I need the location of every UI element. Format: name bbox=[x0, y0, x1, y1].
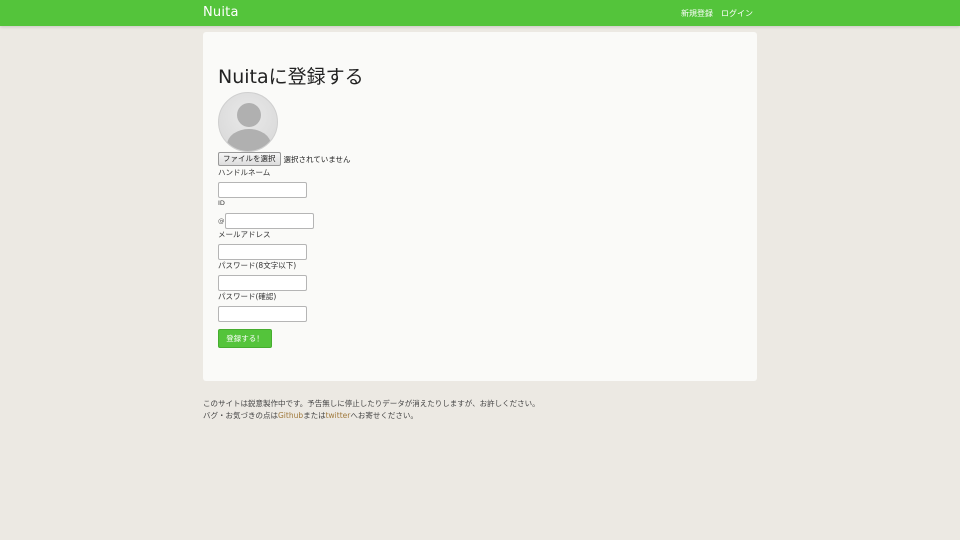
footer-contact: バグ・お気づきの点はGithubまたはtwitterへお寄せください。 bbox=[203, 410, 540, 422]
twitter-link[interactable]: twitter bbox=[326, 411, 351, 420]
login-link[interactable]: ログイン bbox=[721, 8, 753, 19]
email-label: メールアドレス bbox=[218, 230, 271, 239]
footer-notice: このサイトは鋭意製作中です。予告無しに停止したりデータが消えたりしますが、お許し… bbox=[203, 399, 540, 408]
password-input[interactable] bbox=[218, 275, 307, 291]
password-confirm-input[interactable] bbox=[218, 306, 307, 322]
github-link[interactable]: Github bbox=[278, 411, 303, 420]
handle-input[interactable] bbox=[218, 182, 307, 198]
email-input[interactable] bbox=[218, 244, 307, 260]
id-prefix: @ bbox=[218, 217, 225, 225]
footer-contact-middle: または bbox=[303, 411, 326, 420]
brand-logo[interactable]: Nuita bbox=[203, 5, 239, 20]
nav-links: 新規登録 ログイン bbox=[681, 8, 753, 19]
signup-link[interactable]: 新規登録 bbox=[681, 8, 713, 19]
id-input[interactable] bbox=[225, 213, 314, 229]
footer: このサイトは鋭意製作中です。予告無しに停止したりデータが消えたりしますが、お許し… bbox=[203, 398, 540, 422]
password-confirm-label: パスワード(確認) bbox=[218, 292, 277, 301]
avatar-file-picker: ファイルを選択 選択されていません bbox=[218, 152, 351, 166]
handle-label: ハンドルネーム bbox=[218, 168, 271, 177]
signup-card: Nuitaに登録する ファイルを選択 選択されていません ハンドルネーム ID … bbox=[203, 32, 757, 381]
submit-button[interactable]: 登録する！ bbox=[218, 329, 272, 348]
file-status: 選択されていません bbox=[283, 154, 351, 164]
id-label: ID bbox=[218, 199, 225, 207]
password-label: パスワード(8文字以下) bbox=[218, 261, 297, 270]
choose-file-button[interactable]: ファイルを選択 bbox=[218, 152, 281, 166]
navbar: Nuita 新規登録 ログイン bbox=[0, 0, 960, 26]
avatar-placeholder-icon bbox=[218, 92, 278, 152]
footer-contact-suffix: へお寄せください。 bbox=[350, 411, 418, 420]
page-title: Nuitaに登録する bbox=[218, 66, 364, 88]
footer-contact-prefix: バグ・お気づきの点は bbox=[203, 411, 278, 420]
